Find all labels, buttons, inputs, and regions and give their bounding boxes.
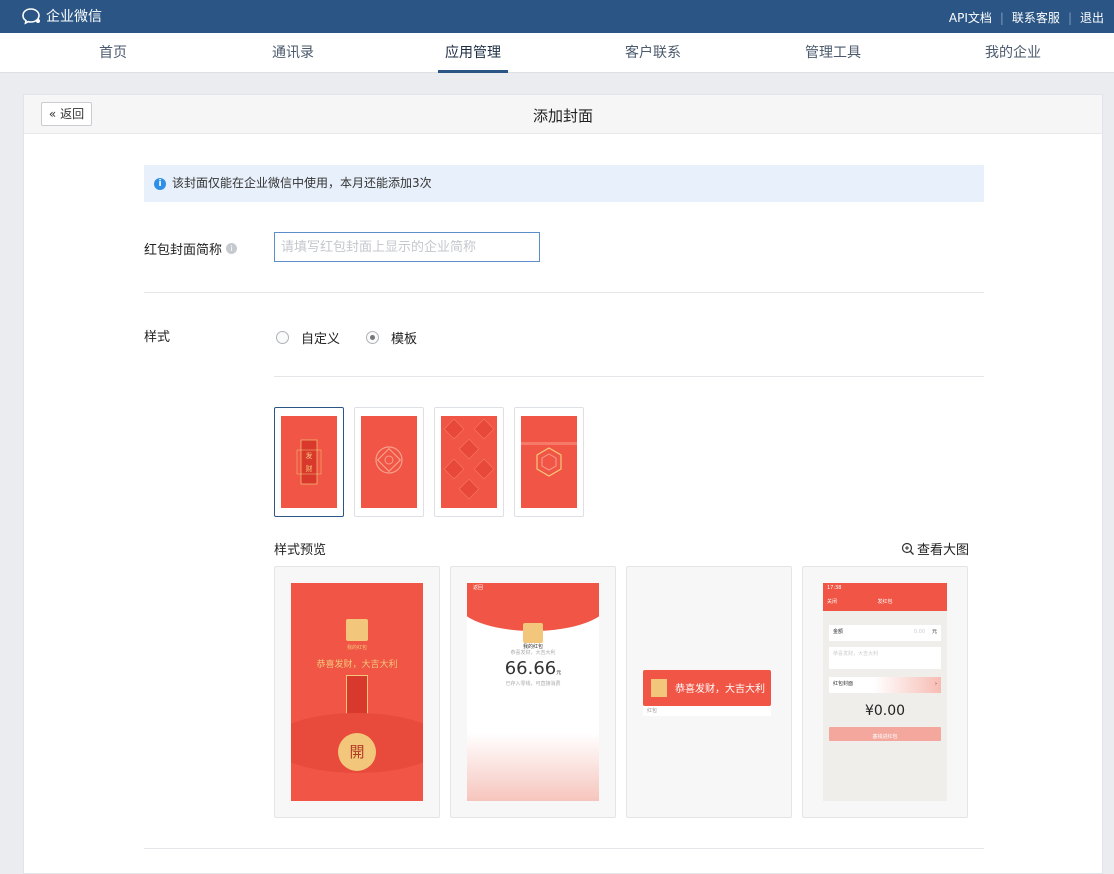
notice-text: 该封面仅能在企业微信中使用，本月还能添加3次 <box>172 176 432 190</box>
preview-chat: 恭喜发财，大吉大利 红包 <box>626 566 792 818</box>
knot-pattern-icon <box>375 446 403 474</box>
zoom-in-icon <box>901 542 914 555</box>
template-face-3 <box>441 416 497 508</box>
preview-send-phone: 17:38 关闭 发红包 金额 0.00 元 恭喜发财，大吉大利 红包封面 › … <box>823 583 947 801</box>
preview-send: 17:38 关闭 发红包 金额 0.00 元 恭喜发财，大吉大利 红包封面 › … <box>802 566 968 818</box>
send-amount-label: 金额 <box>833 629 844 635</box>
radio-template-label: 模板 <box>391 332 418 347</box>
preview-detail: 返回 我的红包 恭喜发财，大吉大利 66.66元 已存入零钱，可直接消费 <box>450 566 616 818</box>
chat-bubble: 恭喜发财，大吉大利 <box>643 670 771 706</box>
chat-bubble-icon <box>651 679 667 697</box>
detail-amount: 66.66 <box>504 658 557 679</box>
radio-template-circle[interactable] <box>366 331 379 344</box>
preview-cover-phone: 我的红包 恭喜发财，大吉大利 開 <box>291 583 423 801</box>
nav-contacts[interactable]: 通讯录 <box>243 33 343 73</box>
divider: | <box>1067 10 1072 25</box>
avatar <box>346 619 368 641</box>
brand-logo[interactable]: 企业微信 <box>22 6 102 26</box>
detail-unit: 元 <box>556 670 562 676</box>
cover-title: 我的红包 <box>346 645 367 651</box>
api-docs-link[interactable]: API文档 <box>949 9 992 26</box>
detail-note: 已存入零钱，可直接消费 <box>505 681 561 687</box>
chat-caption: 红包 <box>647 708 658 714</box>
send-button: 塞钱进红包 <box>829 727 941 741</box>
preview-detail-phone: 返回 我的红包 恭喜发财，大吉大利 66.66元 已存入零钱，可直接消费 <box>467 583 599 801</box>
send-amount-unit: 元 <box>931 629 937 635</box>
contact-support-link[interactable]: 联系客服 <box>1012 9 1060 26</box>
chat-greeting: 恭喜发财，大吉大利 <box>675 684 765 695</box>
nav-management-tools[interactable]: 管理工具 <box>783 33 883 73</box>
send-cover-label: 红包封面 <box>833 681 854 687</box>
detail-amount-row: 66.66元 <box>467 658 599 679</box>
wecom-logo-icon <box>22 8 40 25</box>
panel-header: « 返回 添加封面 <box>24 95 1102 134</box>
info-icon: i <box>154 177 166 190</box>
divider <box>274 376 984 377</box>
hexagon-pattern-icon <box>521 442 577 477</box>
template-thumb-2[interactable] <box>354 407 424 517</box>
preview-label: 样式预览 <box>274 543 327 558</box>
nav-home[interactable]: 首页 <box>63 33 163 73</box>
cover-name-input[interactable] <box>274 232 540 262</box>
send-amount-field: 金额 0.00 元 <box>829 625 941 641</box>
send-amount-hint: 0.00 <box>913 629 925 635</box>
send-time: 17:38 <box>827 585 842 591</box>
help-icon[interactable]: i <box>226 243 238 254</box>
name-field-label: 红包封面简称 i <box>144 239 238 258</box>
divider: | <box>999 10 1004 25</box>
send-cover-row: 红包封面 › <box>829 677 941 693</box>
info-notice: i 该封面仅能在企业微信中使用，本月还能添加3次 <box>144 165 984 202</box>
detail-avatar <box>523 623 543 643</box>
name-label-text: 红包封面简称 <box>144 243 223 258</box>
send-greeting-field: 恭喜发财，大吉大利 <box>829 647 941 669</box>
divider <box>144 292 984 293</box>
open-button: 開 <box>338 733 376 771</box>
page-title: 添加封面 <box>532 107 593 125</box>
nav-customer-contact[interactable]: 客户联系 <box>603 33 703 73</box>
detail-sub: 恭喜发财，大吉大利 <box>510 650 556 656</box>
nav-app-management[interactable]: 应用管理 <box>423 33 523 73</box>
template-face-4 <box>521 416 577 508</box>
nav-my-company[interactable]: 我的企业 <box>963 33 1063 73</box>
top-bar: 企业微信 API文档 | 联系客服 | 退出 <box>0 0 1114 33</box>
detail-back: 返回 <box>473 585 484 591</box>
template-face-2 <box>361 416 417 508</box>
svg-text:财: 财 <box>306 464 313 473</box>
top-links: API文档 | 联系客服 | 退出 <box>949 9 1104 26</box>
template-thumb-1[interactable]: 发 财 <box>274 407 344 517</box>
logout-link[interactable]: 退出 <box>1080 9 1104 26</box>
send-title: 发红包 <box>877 599 893 605</box>
cover-greeting: 恭喜发财，大吉大利 <box>316 660 398 670</box>
radio-custom-circle[interactable] <box>276 331 289 344</box>
radio-template[interactable]: 模板 <box>366 328 417 347</box>
view-large-button[interactable]: 查看大图 <box>901 539 969 558</box>
chevron-right-icon: › <box>935 681 937 687</box>
radio-custom-label: 自定义 <box>301 332 341 347</box>
detail-bottom-gradient <box>467 733 599 801</box>
template-thumb-3[interactable] <box>434 407 504 517</box>
zoom-label: 查看大图 <box>917 543 970 558</box>
divider <box>144 848 984 849</box>
brand-name: 企业微信 <box>46 9 102 25</box>
main-nav: 首页 通讯录 应用管理 客户联系 管理工具 我的企业 <box>0 33 1114 73</box>
add-cover-panel: « 返回 添加封面 i 该封面仅能在企业微信中使用，本月还能添加3次 红包封面简… <box>23 94 1103 874</box>
send-greeting-placeholder: 恭喜发财，大吉大利 <box>833 651 879 657</box>
diamond-pattern-icon <box>443 418 495 500</box>
radio-custom[interactable]: 自定义 <box>276 328 340 347</box>
send-button-label: 塞钱进红包 <box>872 734 898 740</box>
chat-bubble-footer: 红包 <box>643 706 771 716</box>
svg-text:发: 发 <box>306 451 313 460</box>
template-thumb-4[interactable] <box>514 407 584 517</box>
preview-cover: 我的红包 恭喜发财，大吉大利 開 <box>274 566 440 818</box>
send-total: ¥0.00 <box>864 703 906 719</box>
fa-cai-pattern-icon: 发 财 <box>296 439 322 485</box>
style-label: 样式 <box>144 330 171 345</box>
template-face-1: 发 财 <box>281 416 337 508</box>
send-header: 17:38 关闭 发红包 <box>823 583 947 611</box>
